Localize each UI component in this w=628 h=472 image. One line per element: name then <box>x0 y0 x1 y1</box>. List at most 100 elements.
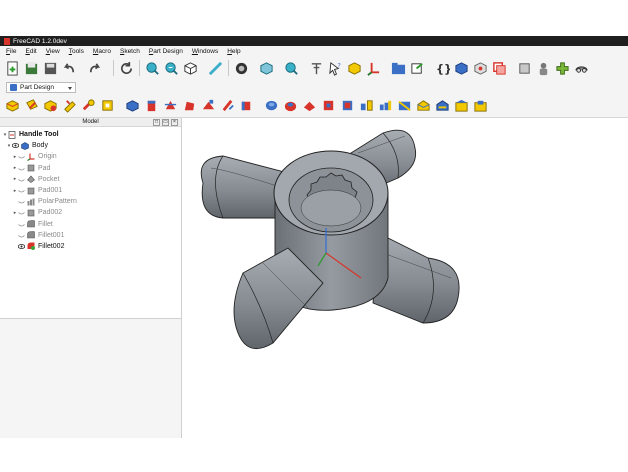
tree-item-fillet[interactable]: Fillet <box>0 219 181 230</box>
datum-plane-icon[interactable] <box>100 98 115 113</box>
menu-help[interactable]: Help <box>227 48 240 55</box>
workbench-selected-label: Part Design <box>20 83 54 91</box>
sub-shape-binder-icon[interactable] <box>517 61 532 76</box>
tree-item-pad001[interactable]: ▸ Pad001 <box>0 185 181 196</box>
tree-item-pocket[interactable]: ▸ Pocket <box>0 174 181 185</box>
body-icon[interactable] <box>454 61 469 76</box>
toolbar-separator <box>228 60 229 76</box>
tree-item-label: Body <box>32 142 48 150</box>
assembly-icon[interactable] <box>574 61 589 76</box>
pad-feature-icon <box>27 209 35 217</box>
groove-icon[interactable] <box>302 98 317 113</box>
fit-all-icon[interactable] <box>145 61 160 76</box>
linear-pattern-icon[interactable] <box>378 98 393 113</box>
create-sketch-icon[interactable] <box>24 98 39 113</box>
tree-item-pad002[interactable]: ▸ Pad002 <box>0 207 181 218</box>
workbench-selector[interactable]: Part Design <box>6 81 76 93</box>
polar-pattern-icon[interactable] <box>397 98 412 113</box>
3d-viewport[interactable] <box>183 118 628 438</box>
subtractive-pipe-icon[interactable] <box>340 98 355 113</box>
axis-cross-icon[interactable] <box>309 61 324 76</box>
shape-binder-icon[interactable] <box>473 61 488 76</box>
chevron-down-icon <box>68 86 72 90</box>
menu-file[interactable]: File <box>6 48 17 55</box>
tree-item-label: Pocket <box>38 175 60 183</box>
subtractive-loft-icon[interactable] <box>321 98 336 113</box>
variable-set-icon[interactable]: {} <box>435 61 450 76</box>
additive-helix-icon[interactable] <box>220 98 235 113</box>
tree-item-fillet002[interactable]: Fillet002 <box>0 241 181 252</box>
menu-sketch[interactable]: Sketch <box>120 48 140 55</box>
workbench-toolbar: Part Design <box>0 80 628 94</box>
tree-item-label: Pad <box>38 164 51 172</box>
eye-closed-icon[interactable] <box>18 233 25 238</box>
tree-item-label: PolarPattern <box>38 198 77 206</box>
menu-view[interactable]: View <box>46 48 60 55</box>
draw-style-icon[interactable] <box>234 61 249 76</box>
clone-icon[interactable] <box>492 61 507 76</box>
tree-item-label: Origin <box>38 153 57 161</box>
additive-loft-icon[interactable] <box>182 98 197 113</box>
zoom-icon[interactable] <box>284 61 299 76</box>
fit-selection-icon[interactable] <box>164 61 179 76</box>
menu-windows[interactable]: Windows <box>192 48 218 55</box>
view-cube-icon[interactable] <box>183 61 198 76</box>
eye-closed-icon[interactable] <box>18 188 25 193</box>
attach-sketch-icon[interactable] <box>81 98 96 113</box>
pocket-icon[interactable] <box>264 98 279 113</box>
save-icon[interactable] <box>43 61 58 76</box>
hole-icon[interactable] <box>283 98 298 113</box>
material-icon[interactable] <box>536 61 551 76</box>
additive-pipe-icon[interactable] <box>201 98 216 113</box>
thickness-icon[interactable] <box>473 98 488 113</box>
measure-icon[interactable] <box>208 61 223 76</box>
group-folder-icon[interactable] <box>391 61 406 76</box>
menu-edit[interactable]: Edit <box>26 48 37 55</box>
draft-icon[interactable] <box>454 98 469 113</box>
pad-feature-icon <box>27 187 35 194</box>
new-document-icon[interactable] <box>5 60 20 76</box>
eye-closed-icon[interactable] <box>18 222 25 227</box>
refresh-icon[interactable] <box>119 61 134 76</box>
eye-closed-icon[interactable] <box>18 199 25 204</box>
part-icon[interactable] <box>347 61 362 76</box>
menu-tools[interactable]: Tools <box>69 48 84 55</box>
tree-item-polarpattern[interactable]: PolarPattern <box>0 196 181 207</box>
check-geometry-icon[interactable] <box>62 98 77 113</box>
mirrored-icon[interactable] <box>359 98 374 113</box>
whats-this-icon[interactable]: ? <box>328 61 343 76</box>
additive-primitive-icon[interactable] <box>239 98 254 113</box>
chamfer-icon[interactable] <box>435 98 450 113</box>
menu-macro[interactable]: Macro <box>93 48 111 55</box>
tree-item-body[interactable]: ▾ Body <box>0 140 181 151</box>
fillet-icon[interactable] <box>416 98 431 113</box>
std-views-icon[interactable] <box>259 61 274 76</box>
eye-closed-icon[interactable] <box>18 210 25 215</box>
float-icon[interactable]: ▭ <box>162 119 169 126</box>
tree-item-origin[interactable]: ▸ Origin <box>0 151 181 162</box>
open-document-icon[interactable] <box>24 61 39 76</box>
create-body-icon[interactable] <box>5 98 20 113</box>
tree-item-root[interactable]: ▾ Handle Tool <box>0 129 181 140</box>
undo-icon[interactable] <box>62 61 77 76</box>
eye-closed-icon[interactable] <box>18 154 25 159</box>
pad-icon[interactable] <box>144 98 159 113</box>
close-icon[interactable]: × <box>171 119 178 126</box>
eye-icon[interactable] <box>12 143 19 149</box>
tree-item-pad[interactable]: ▸ Pad <box>0 163 181 174</box>
model-panel-title: Model <box>82 119 99 125</box>
validate-sketch-icon[interactable] <box>43 98 58 113</box>
polar-pattern-feature-icon <box>27 198 35 206</box>
tree-item-fillet001[interactable]: Fillet001 <box>0 230 181 241</box>
link-icon[interactable] <box>410 61 425 76</box>
revolution-icon[interactable] <box>163 98 178 113</box>
eye-closed-icon[interactable] <box>18 177 25 182</box>
shapebinder-icon[interactable] <box>125 98 140 113</box>
addon-manager-icon[interactable] <box>555 61 570 76</box>
redo-icon[interactable] <box>87 61 102 76</box>
menu-part-design[interactable]: Part Design <box>149 48 183 55</box>
restore-icon[interactable]: □ <box>153 119 160 126</box>
datum-axes-icon[interactable] <box>366 61 381 76</box>
eye-closed-icon[interactable] <box>18 166 25 171</box>
eye-icon[interactable] <box>18 244 25 249</box>
